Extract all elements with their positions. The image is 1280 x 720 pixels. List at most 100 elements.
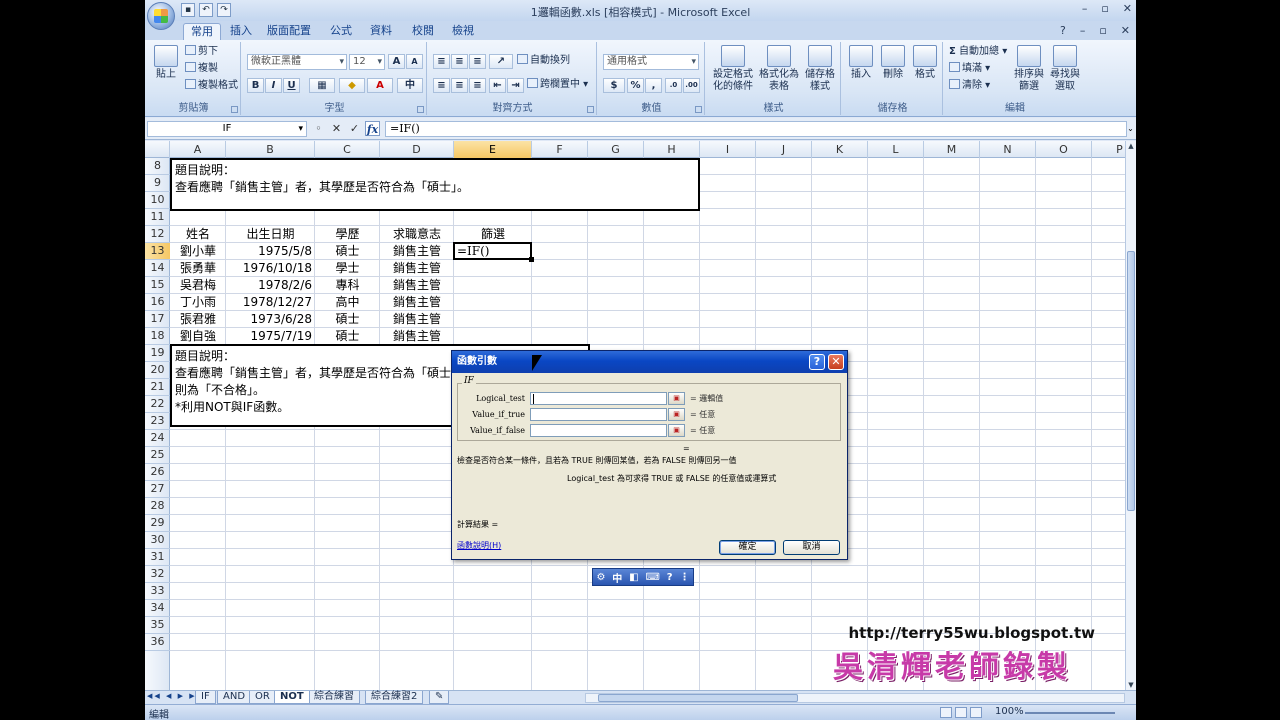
vertical-scroll-thumb[interactable] <box>1127 251 1135 511</box>
number-format-combo[interactable]: 通用格式 <box>603 54 699 70</box>
formula-input[interactable]: =IF() <box>385 121 1127 137</box>
cell-styles-button[interactable]: 儲存格樣式 <box>801 45 839 93</box>
table-cell-position[interactable]: 銷售主管 <box>380 277 454 293</box>
comma-button[interactable]: , <box>645 78 662 93</box>
paste-button[interactable]: 貼上 <box>151 45 181 81</box>
column-header[interactable]: N <box>980 141 1036 158</box>
align-middle-icon[interactable]: ≡ <box>451 54 468 69</box>
table-cell-education[interactable]: 碩士 <box>315 243 380 259</box>
ok-button[interactable]: 確定 <box>719 540 776 555</box>
normal-view-icon[interactable] <box>940 707 952 718</box>
italic-button[interactable]: I <box>265 78 282 93</box>
column-header[interactable]: L <box>868 141 924 158</box>
find-select-button[interactable]: 尋找與選取 <box>1047 45 1083 93</box>
sort-filter-button[interactable]: 排序與篩選 <box>1011 45 1047 93</box>
table-cell-position[interactable]: 銷售主管 <box>380 328 454 344</box>
row-header[interactable]: 31 <box>145 549 170 566</box>
workbook-restore-button[interactable]: ▫ <box>1099 24 1106 37</box>
column-header[interactable]: B <box>226 141 315 158</box>
logical-test-input[interactable] <box>530 392 667 405</box>
column-header[interactable]: I <box>700 141 756 158</box>
fill-color-icon[interactable]: ◆ <box>339 78 365 93</box>
font-name-combo[interactable]: 微軟正黑體 <box>247 54 347 70</box>
underline-button[interactable]: U <box>283 78 300 93</box>
fill-button[interactable]: 填滿 ▾ <box>949 62 990 76</box>
row-header[interactable]: 10 <box>145 192 170 209</box>
function-help-link[interactable]: 函數說明(H) <box>457 540 501 552</box>
column-header[interactable]: G <box>588 141 644 158</box>
tab-formulas[interactable]: 公式 <box>325 23 357 40</box>
column-header[interactable]: O <box>1036 141 1092 158</box>
enter-entry-icon[interactable]: ✓ <box>347 121 362 136</box>
table-cell-education[interactable]: 高中 <box>315 294 380 310</box>
grow-font-icon[interactable]: A <box>388 54 405 69</box>
column-header[interactable]: E <box>454 141 532 158</box>
align-center-icon[interactable]: ≡ <box>451 78 468 93</box>
table-cell-name[interactable]: 丁小雨 <box>170 294 226 310</box>
row-header[interactable]: 35 <box>145 617 170 634</box>
cancel-button[interactable]: 取消 <box>783 540 840 555</box>
table-cell-date[interactable]: 1973/6/28 <box>226 311 315 327</box>
horizontal-scrollbar[interactable] <box>585 693 1125 703</box>
tab-review[interactable]: 校閱 <box>407 23 439 40</box>
row-header[interactable]: 8 <box>145 158 170 175</box>
dialog-close-button[interactable]: ✕ <box>828 354 844 370</box>
table-header[interactable]: 求職意志 <box>380 226 454 242</box>
cancel-entry-icon[interactable]: ✕ <box>329 121 344 136</box>
table-cell-position[interactable]: 銷售主管 <box>380 294 454 310</box>
row-header[interactable]: 11 <box>145 209 170 226</box>
table-cell-position[interactable]: 銷售主管 <box>380 243 454 259</box>
row-header[interactable]: 28 <box>145 498 170 515</box>
row-header[interactable]: 30 <box>145 532 170 549</box>
zoom-slider[interactable] <box>1025 712 1115 714</box>
row-header[interactable]: 24 <box>145 430 170 447</box>
row-header[interactable]: 22 <box>145 396 170 413</box>
table-cell-date[interactable]: 1975/5/8 <box>226 243 315 259</box>
tab-data[interactable]: 資料 <box>365 23 397 40</box>
wrap-text-button[interactable]: 自動換列 <box>517 54 570 68</box>
select-all-corner[interactable] <box>145 141 170 158</box>
decrease-decimal-icon[interactable]: .00 <box>683 78 700 93</box>
formula-menu-icon[interactable]: ◦ <box>311 121 326 136</box>
close-button[interactable]: ✕ <box>1123 2 1132 15</box>
row-header[interactable]: 36 <box>145 634 170 651</box>
column-header[interactable]: H <box>644 141 700 158</box>
increase-indent-icon[interactable]: ⇥ <box>507 78 524 93</box>
vertical-scrollbar[interactable]: ▲ ▼ <box>1125 141 1136 690</box>
table-cell-name[interactable]: 劉自強 <box>170 328 226 344</box>
decrease-indent-icon[interactable]: ⇤ <box>489 78 506 93</box>
merge-center-button[interactable]: 跨欄置中 ▾ <box>527 78 588 92</box>
name-box[interactable]: IF <box>147 121 307 137</box>
row-header[interactable]: 12 <box>145 226 170 243</box>
row-header[interactable]: 19 <box>145 345 170 362</box>
scroll-down-icon[interactable]: ▼ <box>1126 680 1136 690</box>
column-header[interactable]: K <box>812 141 868 158</box>
workbook-minimize-button[interactable]: – <box>1080 24 1086 37</box>
dialog-help-button[interactable]: ? <box>809 354 825 370</box>
copy-button[interactable]: 複製 <box>185 62 218 76</box>
tab-insert[interactable]: 插入 <box>225 23 257 40</box>
insert-cells-button[interactable]: 插入 <box>845 45 877 81</box>
scroll-up-icon[interactable]: ▲ <box>1126 141 1136 151</box>
align-right-icon[interactable]: ≡ <box>469 78 486 93</box>
dialog-title-bar[interactable]: 函數引數 <box>452 351 847 373</box>
table-header[interactable]: 學歷 <box>315 226 380 242</box>
clear-button[interactable]: 清除 ▾ <box>949 79 990 93</box>
table-cell-date[interactable]: 1978/12/27 <box>226 294 315 310</box>
table-cell-date[interactable]: 1975/7/19 <box>226 328 315 344</box>
align-left-icon[interactable]: ≡ <box>433 78 450 93</box>
tab-page-layout[interactable]: 版面配置 <box>263 23 315 40</box>
table-cell-position[interactable]: 銷售主管 <box>380 260 454 276</box>
sheet-tab-if[interactable]: IF <box>195 691 216 704</box>
table-cell-date[interactable]: 1976/10/18 <box>226 260 315 276</box>
restore-button[interactable]: ▫ <box>1101 2 1108 15</box>
delete-cells-button[interactable]: 刪除 <box>877 45 909 81</box>
row-header[interactable]: 33 <box>145 583 170 600</box>
ime-keyboard-icon[interactable]: ⌨ <box>645 572 659 583</box>
page-break-view-icon[interactable] <box>970 707 982 718</box>
font-launcher-icon[interactable] <box>417 106 424 113</box>
insert-sheet-icon[interactable]: ✎ <box>429 691 450 704</box>
column-header[interactable]: P <box>1092 141 1125 158</box>
percent-button[interactable]: % <box>627 78 644 93</box>
column-header[interactable]: M <box>924 141 980 158</box>
